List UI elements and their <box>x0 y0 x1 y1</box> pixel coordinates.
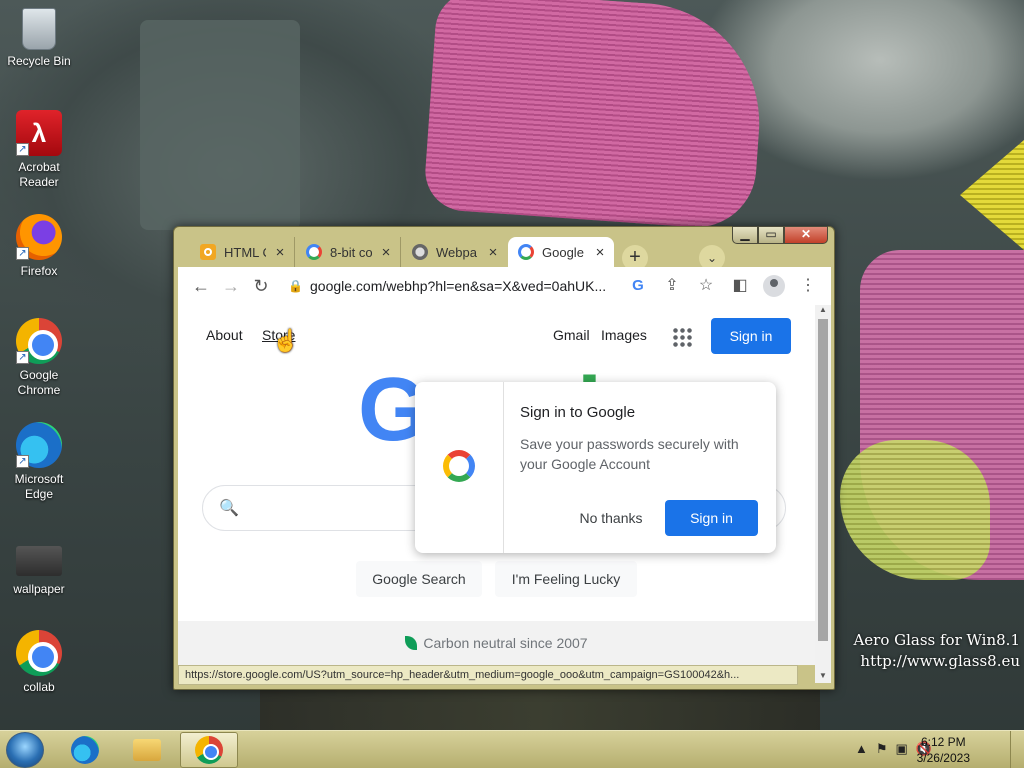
desktop-icon-microsoft-edge[interactable]: ↗ Microsoft Edge <box>4 422 74 502</box>
google-favicon-icon <box>306 244 322 260</box>
tab-close-icon[interactable]: × <box>592 244 608 261</box>
tab-label: 8-bit co <box>330 244 372 260</box>
clock-date: 3/26/2023 <box>916 751 970 765</box>
tab-label: Webpa <box>436 244 477 260</box>
taskbar-edge[interactable] <box>56 732 114 768</box>
bookmark-star-icon[interactable]: ☆ <box>691 271 721 301</box>
chrome-icon <box>195 736 223 764</box>
search-icon: 🔍 <box>219 500 239 517</box>
desktop-icon-recycle-bin[interactable]: Recycle Bin <box>4 8 74 69</box>
feeling-lucky-button[interactable]: I'm Feeling Lucky <box>495 561 637 597</box>
tab-strip: HTML C × 8-bit co × Webpa × Google × + ⌄ <box>174 235 834 271</box>
tab-label: HTML C <box>224 244 266 260</box>
chrome-icon: ↗ <box>16 318 62 364</box>
aero-glass-watermark: Aero Glass for Win8.1 http://www.glass8.… <box>853 630 1020 672</box>
acrobat-icon: λ ↗ <box>16 110 62 156</box>
popup-sign-in-button[interactable]: Sign in <box>665 500 758 536</box>
firefox-icon: ↗ <box>16 214 62 260</box>
desktop-icon-label: Microsoft Edge <box>14 472 64 501</box>
tab-label: Google <box>542 244 584 260</box>
popup-divider <box>503 382 504 553</box>
globe-favicon-icon <box>412 244 428 260</box>
reload-button[interactable]: ↻ <box>246 271 276 301</box>
gmail-link[interactable]: Gmail <box>553 327 590 343</box>
taskbar-chrome[interactable] <box>180 732 238 768</box>
desktop-icon-google-chrome[interactable]: ↗ Google Chrome <box>4 318 74 398</box>
desktop-icon-firefox[interactable]: ↗ Firefox <box>4 214 74 279</box>
recycle-bin-icon <box>22 8 56 50</box>
chrome-icon <box>16 630 62 676</box>
desktop-icon-collab[interactable]: collab <box>4 630 74 695</box>
back-button[interactable]: ← <box>186 271 216 301</box>
desktop-icon-label: Google Chrome <box>17 368 61 397</box>
scrollbar-thumb[interactable] <box>818 319 828 641</box>
network-icon[interactable]: ▣ <box>896 741 908 757</box>
desktop-icon-label: Acrobat Reader <box>18 160 60 189</box>
forward-button[interactable]: → <box>216 271 246 301</box>
wallpaper-yellow-shape <box>960 140 1024 250</box>
leaf-icon <box>405 636 418 650</box>
taskbar-clock[interactable]: 6:12 PM 3/26/2023 <box>917 734 970 766</box>
address-bar-url: google.com/webhp?hl=en&sa=X&ved=0ahUK... <box>310 278 607 294</box>
browser-menu-icon[interactable]: ⋮ <box>793 271 823 301</box>
tab-close-icon[interactable]: × <box>272 244 288 261</box>
google-favicon-icon <box>518 244 534 260</box>
start-button[interactable] <box>6 732 44 768</box>
page-scrollbar[interactable]: ▲ ▼ <box>815 305 831 683</box>
taskbar-file-explorer[interactable] <box>118 732 176 768</box>
tab-html[interactable]: HTML C × <box>190 237 295 267</box>
wallpaper-pink-shape <box>422 0 768 232</box>
desktop-icon-wallpaper[interactable]: wallpaper <box>4 536 74 597</box>
lock-icon[interactable]: 🔒 <box>288 279 310 293</box>
scroll-down-icon[interactable]: ▼ <box>815 671 831 683</box>
desktop-icon-label: Recycle Bin <box>7 54 71 68</box>
watermark-line-1: Aero Glass for Win8.1 <box>853 631 1020 649</box>
tab-8-bit[interactable]: 8-bit co × <box>296 237 401 267</box>
desktop-icon-acrobat-reader[interactable]: λ ↗ Acrobat Reader <box>4 110 74 190</box>
about-link[interactable]: About <box>206 327 243 343</box>
tray-expand-icon[interactable]: ▲ <box>855 741 868 757</box>
desktop-icon-label: collab <box>23 680 55 694</box>
share-icon[interactable]: ⇪ <box>657 271 687 301</box>
hand-cursor-icon: ☝ <box>272 328 300 353</box>
clock-time: 6:12 PM <box>920 735 966 749</box>
link-status-bubble: https://store.google.com/US?utm_source=h… <box>178 665 798 685</box>
action-center-flag-icon[interactable]: ⚑ <box>876 741 888 757</box>
desktop-icon-label: wallpaper <box>13 582 65 596</box>
show-desktop-button[interactable] <box>1010 731 1024 768</box>
toolbar-actions: G ⇪ ☆ ◧ ⋮ <box>623 271 823 301</box>
profile-avatar-icon[interactable] <box>763 275 785 297</box>
sign-in-button[interactable]: Sign in <box>711 318 791 354</box>
tab-google[interactable]: Google × <box>508 237 614 267</box>
side-panel-icon[interactable]: ◧ <box>725 271 755 301</box>
tab-webpage[interactable]: Webpa × <box>402 237 507 267</box>
popup-title: Sign in to Google <box>520 404 636 421</box>
page-footer: Carbon neutral since 2007 <box>178 621 815 665</box>
google-apps-icon[interactable] <box>672 327 692 347</box>
google-lens-icon[interactable]: G <box>623 271 653 301</box>
codepen-favicon-icon <box>200 244 216 260</box>
scroll-up-icon[interactable]: ▲ <box>815 305 831 317</box>
wallpaper-bottom-shape <box>260 690 820 730</box>
google-g-icon <box>443 450 475 482</box>
google-search-button[interactable]: Google Search <box>356 561 482 597</box>
address-bar[interactable]: 🔒 google.com/webhp?hl=en&sa=X&ved=0ahUK.… <box>288 271 658 301</box>
popup-body: Save your passwords securely with your G… <box>520 436 739 472</box>
wallpaper-house-shape <box>140 20 300 230</box>
wallpaper-green-shape <box>840 440 990 580</box>
watermark-line-2: http://www.glass8.eu <box>860 652 1020 670</box>
no-thanks-button[interactable]: No thanks <box>565 500 657 536</box>
folder-icon <box>133 739 161 761</box>
tab-close-icon[interactable]: × <box>378 244 394 261</box>
taskbar: ▲ ⚑ ▣ 🔇 6:12 PM 3/26/2023 <box>0 730 1024 768</box>
browser-toolbar: ← → ↻ 🔒 google.com/webhp?hl=en&sa=X&ved=… <box>178 267 831 305</box>
tab-close-icon[interactable]: × <box>485 244 501 261</box>
edge-icon: ↗ <box>16 422 62 468</box>
edge-icon <box>71 736 99 764</box>
images-link[interactable]: Images <box>601 327 647 343</box>
carbon-neutral-text[interactable]: Carbon neutral since 2007 <box>423 635 587 651</box>
desktop-icon-label: Firefox <box>20 264 58 278</box>
image-file-icon <box>16 546 62 576</box>
sign-in-popup: Sign in to Google Save your passwords se… <box>415 382 776 553</box>
